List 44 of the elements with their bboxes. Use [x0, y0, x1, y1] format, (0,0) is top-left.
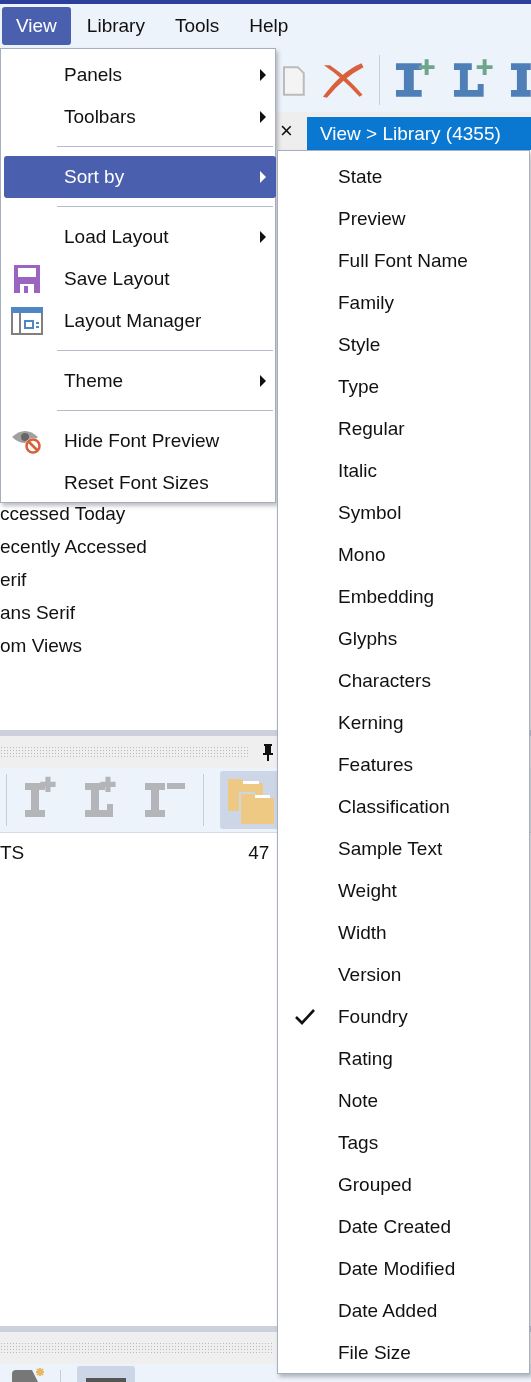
menu-item[interactable]: State [278, 156, 529, 198]
menu-item[interactable]: Style [278, 324, 529, 366]
menu-item[interactable]: Load Layout [4, 216, 276, 258]
menu-item[interactable]: Weight [278, 870, 529, 912]
menu-item[interactable]: Date Modified [278, 1248, 529, 1290]
menu-item[interactable]: Glyphs [278, 618, 529, 660]
menu-item[interactable]: Version [278, 954, 529, 996]
menu-item[interactable]: Features [278, 744, 529, 786]
menu-item[interactable]: Note [278, 1080, 529, 1122]
menu-item[interactable]: Date Created [278, 1206, 529, 1248]
menu-item[interactable]: Italic [278, 450, 529, 492]
menu-item[interactable]: Type [278, 366, 529, 408]
menu-item[interactable]: Toolbars [4, 96, 276, 138]
menu-item[interactable]: Sort by [4, 156, 276, 198]
table-cell: 47 [248, 842, 270, 864]
table-cell: TS [0, 842, 25, 864]
menu-item[interactable]: Family [278, 282, 529, 324]
menu-item[interactable]: Symbol [278, 492, 529, 534]
menu-item[interactable]: File Size [278, 1332, 529, 1374]
menu-item[interactable]: Reset Font Sizes [4, 462, 276, 504]
menu-item[interactable]: Tools [160, 7, 234, 45]
menu-item[interactable]: Rating [278, 1038, 529, 1080]
menu-item[interactable]: Full Font Name [278, 240, 529, 282]
menu-item[interactable]: Help [235, 7, 303, 45]
menu-item[interactable]: Characters [278, 660, 529, 702]
menu-item[interactable]: Width [278, 912, 529, 954]
menu-item[interactable]: Layout Manager [4, 300, 276, 342]
menu-item[interactable]: Library [72, 7, 159, 45]
menu-item[interactable]: Theme [4, 360, 276, 402]
menu-item[interactable]: Date Added [278, 1290, 529, 1332]
menu-item[interactable]: Save Layout [4, 258, 276, 300]
menu-item[interactable]: Regular [278, 408, 529, 450]
close-icon[interactable]: × [280, 118, 307, 144]
library-tab[interactable]: View > Library (4355) [307, 117, 531, 150]
menu-item[interactable]: Mono [278, 534, 529, 576]
menu-item[interactable]: Embedding [278, 576, 529, 618]
menu-item[interactable]: Grouped [278, 1164, 529, 1206]
menu-item[interactable]: View [2, 7, 71, 45]
menu-item[interactable]: Foundry [278, 996, 529, 1038]
menu-item[interactable]: Sample Text [278, 828, 529, 870]
menu-item[interactable]: Preview [278, 198, 529, 240]
menu-item[interactable]: Hide Font Preview [4, 420, 276, 462]
menu-item[interactable]: Tags [278, 1122, 529, 1164]
menu-item[interactable]: Kerning [278, 702, 529, 744]
